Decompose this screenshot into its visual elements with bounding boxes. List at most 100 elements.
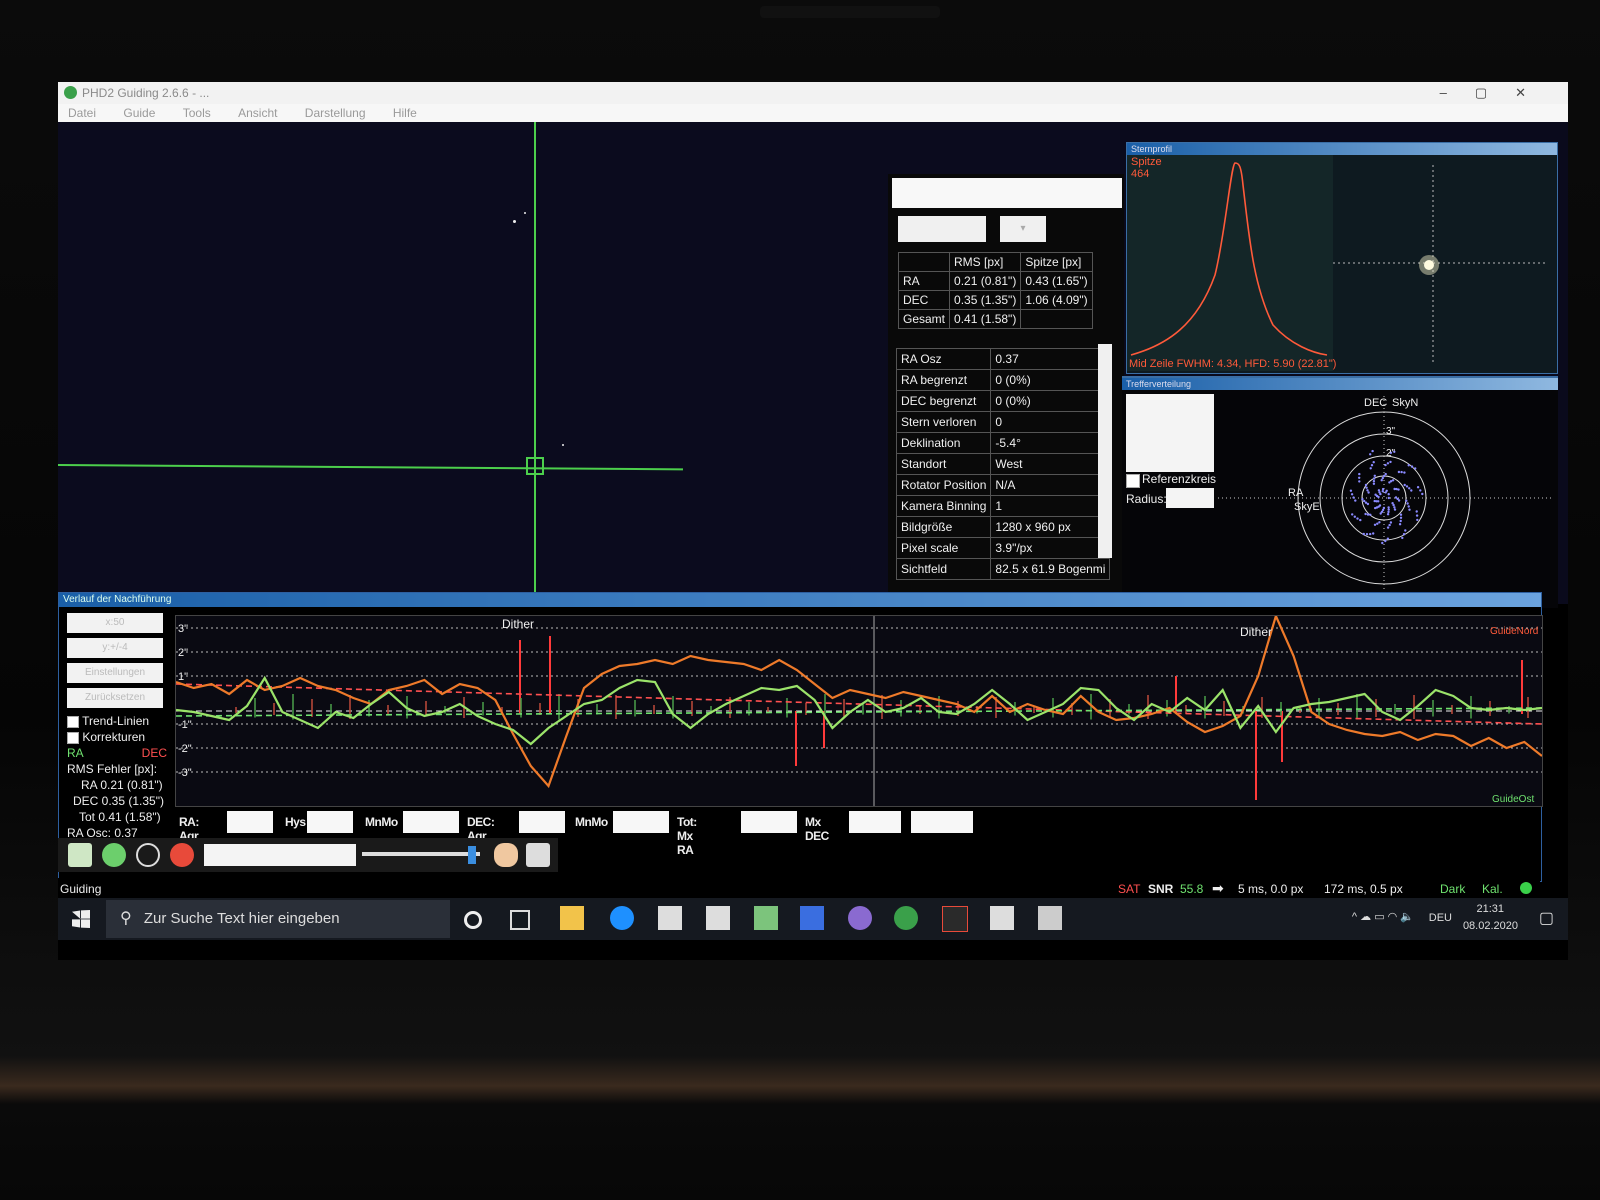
app-icon[interactable] [1038,906,1062,930]
target-point [1386,526,1390,529]
ring-3-label: 3" [1386,426,1396,437]
notifications-icon[interactable]: ▢ [1539,908,1554,928]
clock-time[interactable]: 21:31 [1476,903,1504,915]
menu-file[interactable]: Datei [68,106,96,120]
file-explorer-icon[interactable] [560,906,584,930]
clock-date[interactable]: 08.02.2020 [1463,920,1518,932]
mnmo-dec-input[interactable] [613,811,669,833]
loop-icon[interactable] [68,843,92,867]
stats-clear-button[interactable] [898,216,986,242]
mx-dec-label: Mx DEC [805,815,829,843]
gamma-slider[interactable] [362,852,480,856]
exposure-dropdown[interactable] [204,844,356,866]
target-point [1394,496,1398,499]
photos-icon[interactable] [990,906,1014,930]
target-point [1386,462,1390,465]
x-scale-dropdown[interactable]: x:50 [67,613,163,633]
rms-header-peak: Spitze [px] [1020,252,1093,272]
menu-guide[interactable]: Guide [123,106,155,120]
task-view-icon[interactable] [510,910,530,930]
trend-checkbox[interactable] [67,715,79,728]
app-icon[interactable] [942,906,968,932]
menu-help[interactable]: Hilfe [393,106,417,120]
cortana-icon[interactable] [464,911,482,929]
app-icon[interactable] [754,906,778,930]
mx-dec-input[interactable] [849,811,901,833]
menu-bar: Datei Guide Tools Ansicht Darstellung Hi… [58,104,1568,122]
target-point [1350,493,1354,496]
target-point [1408,487,1411,490]
ref-circle-label: Referenzkreis [1142,472,1217,486]
y-tick-label: -1" [178,719,192,731]
y-scale-dropdown[interactable]: y:+/-4 [67,638,163,658]
settings-dropdown[interactable]: Einstellungen [67,663,163,683]
target-point [1397,488,1400,491]
rms-total: Tot 0.41 (1.58") [79,810,161,824]
status-mode: Guiding [60,882,102,896]
target-point [1378,504,1382,507]
windows-start-icon[interactable] [72,910,90,928]
target-point [1372,482,1376,485]
hys-input[interactable] [307,811,353,833]
camera-settings-icon[interactable] [526,843,550,867]
gamma-slider-thumb[interactable] [468,846,476,864]
target-point [1372,480,1376,483]
app-icon[interactable] [800,906,824,930]
info-scrollbar[interactable] [1098,344,1112,558]
corrections-checkbox[interactable] [67,731,79,744]
ref-circle-checkbox[interactable] [1126,474,1140,488]
window-titlebar: PHD2 Guiding 2.6.6 - ... –▢✕ [58,82,1568,104]
mnmo-ra-input[interactable] [403,811,459,833]
info-value: 1 [990,495,1111,517]
rms-row-label: Gesamt [897,309,951,329]
snr-label: SNR [1148,882,1174,896]
stop-icon[interactable] [170,843,194,867]
target-point [1349,489,1353,492]
crosshair-icon[interactable] [136,843,160,867]
store-icon[interactable] [658,906,682,930]
refresh-icon[interactable] [102,843,126,867]
edge-icon[interactable] [610,906,634,930]
ra-legend: RA [67,746,84,760]
taskbar-search[interactable]: ⚲ Zur Suche Text hier eingeben [106,900,450,938]
main-toolbar [58,838,558,872]
menu-tools[interactable]: Tools [183,106,211,120]
radius-input[interactable] [1166,488,1214,508]
target-zoom-list[interactable] [1126,394,1214,472]
stats-dropdown[interactable]: ▾ [1000,216,1046,242]
stats-input-bar[interactable] [892,178,1122,208]
star [513,220,516,223]
target-point [1381,487,1385,491]
target-point [1364,512,1367,516]
language-indicator[interactable]: DEU [1429,912,1452,924]
extra-input[interactable] [911,811,973,833]
app-icon[interactable] [848,906,872,930]
target-point [1387,496,1390,500]
target-point [1362,532,1365,536]
star-profile-title: Sternprofil [1127,143,1557,155]
star-profile-panel: Sternprofil Spitze 464 Mid Zeile FWHM: 4… [1126,142,1558,374]
mail-icon[interactable] [706,906,730,930]
target-point [1369,513,1372,516]
mx-ra-input[interactable] [741,811,797,833]
radius-label: Radius: [1126,492,1167,506]
target-panel: Trefferverteilung Referenzkreis Radius: … [1122,376,1558,608]
window-controls[interactable]: –▢✕ [1440,82,1554,104]
target-point [1403,483,1406,487]
history-graph-svg: 3" 2" 1" -1" -2" -3" Dither Dither Guide… [175,612,1548,806]
brain-icon[interactable] [494,843,518,867]
menu-view[interactable]: Ansicht [238,106,277,120]
menu-darstellung[interactable]: Darstellung [305,106,366,120]
fwhm-readout: Mid Zeile FWHM: 4.34, HFD: 5.90 (22.81") [1129,358,1336,370]
target-point [1414,467,1417,470]
tray-icons[interactable]: ^ ☁ ▭ ◠ 🔈 [1352,910,1414,923]
target-point [1369,532,1372,536]
dec-agr-input[interactable] [519,811,565,833]
target-point [1384,491,1387,494]
phd2-taskbar-icon[interactable] [894,906,918,930]
clear-button[interactable]: Zurücksetzen [67,688,163,708]
info-key: Deklination [895,432,992,454]
target-point [1369,467,1372,470]
info-value: 0 (0%) [990,390,1111,412]
ra-agr-input[interactable] [227,811,273,833]
